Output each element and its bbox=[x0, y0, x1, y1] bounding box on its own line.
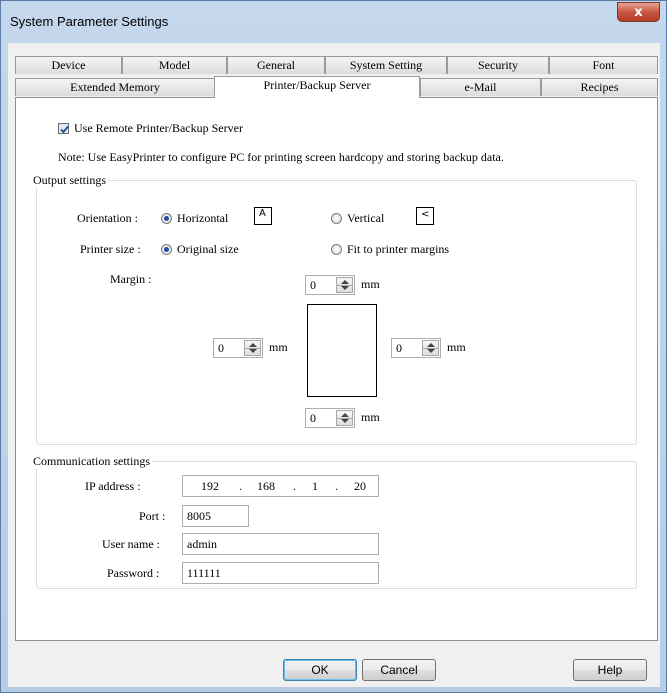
ip-address-label: IP address : bbox=[85, 479, 141, 493]
ip-address-field[interactable]: 192 . 168 . 1 . 20 bbox=[182, 475, 379, 497]
margin-right-unit: mm bbox=[447, 340, 466, 354]
printer-size-fit-radio[interactable] bbox=[331, 244, 342, 255]
tab-recipes[interactable]: Recipes bbox=[541, 78, 658, 96]
tab-device[interactable]: Device bbox=[15, 56, 122, 74]
tab-panel-printer-backup: Use Remote Printer/Backup Server Note: U… bbox=[15, 97, 658, 641]
tab-printer-backup-server[interactable]: Printer/Backup Server bbox=[214, 76, 420, 98]
cancel-button[interactable]: Cancel bbox=[362, 659, 436, 681]
note-text: Note: Use EasyPrinter to configure PC fo… bbox=[58, 150, 504, 164]
communication-settings-legend: Communication settings bbox=[31, 454, 152, 469]
margin-top-spinner[interactable]: 0 bbox=[305, 275, 355, 295]
close-button[interactable]: x bbox=[617, 2, 660, 22]
margin-top-unit: mm bbox=[361, 277, 380, 291]
password-label: Password : bbox=[107, 566, 160, 580]
tab-font[interactable]: Font bbox=[549, 56, 658, 74]
orientation-label: Orientation : bbox=[77, 211, 138, 225]
tab-e-mail[interactable]: e-Mail bbox=[420, 78, 541, 96]
horizontal-page-icon: A bbox=[254, 207, 272, 225]
margin-left-unit: mm bbox=[269, 340, 288, 354]
orientation-horizontal-label[interactable]: Horizontal bbox=[177, 211, 228, 226]
spin-arrows-icon[interactable] bbox=[336, 277, 353, 293]
margin-bottom-unit: mm bbox=[361, 410, 380, 424]
checkmark-icon bbox=[60, 125, 69, 134]
margin-bottom-spinner[interactable]: 0 bbox=[305, 408, 355, 428]
port-label: Port : bbox=[139, 509, 166, 523]
spin-arrows-icon[interactable] bbox=[244, 340, 261, 356]
ok-button[interactable]: OK bbox=[283, 659, 357, 681]
use-remote-checkbox[interactable] bbox=[58, 123, 69, 134]
margin-label: Margin : bbox=[110, 272, 152, 286]
printer-size-original-label[interactable]: Original size bbox=[177, 242, 239, 257]
tab-extended-memory[interactable]: Extended Memory bbox=[15, 78, 215, 96]
tab-system-setting[interactable]: System Setting bbox=[325, 56, 447, 74]
port-input[interactable]: 8005 bbox=[182, 505, 249, 527]
spin-arrows-icon[interactable] bbox=[422, 340, 439, 356]
orientation-vertical-label[interactable]: Vertical bbox=[347, 211, 384, 226]
user-name-label: User name : bbox=[102, 537, 160, 551]
printer-size-original-radio[interactable] bbox=[161, 244, 172, 255]
spin-arrows-icon[interactable] bbox=[336, 410, 353, 426]
title-bar[interactable]: System Parameter Settings x bbox=[1, 1, 666, 43]
password-input[interactable]: 111111 bbox=[182, 562, 379, 584]
printer-size-fit-label[interactable]: Fit to printer margins bbox=[347, 242, 449, 257]
paper-preview bbox=[307, 304, 377, 397]
help-button[interactable]: Help bbox=[573, 659, 647, 681]
output-settings-group: Output settings Orientation : Horizontal… bbox=[31, 173, 637, 445]
tab-model[interactable]: Model bbox=[122, 56, 227, 74]
user-name-input[interactable]: admin bbox=[182, 533, 379, 555]
tab-security[interactable]: Security bbox=[447, 56, 549, 74]
window-title: System Parameter Settings bbox=[10, 14, 169, 29]
orientation-vertical-radio[interactable] bbox=[331, 213, 342, 224]
communication-settings-group: Communication settings IP address : 192 … bbox=[31, 454, 637, 589]
use-remote-label[interactable]: Use Remote Printer/Backup Server bbox=[74, 121, 243, 136]
orientation-horizontal-radio[interactable] bbox=[161, 213, 172, 224]
close-icon: x bbox=[634, 4, 643, 20]
margin-left-spinner[interactable]: 0 bbox=[213, 338, 263, 358]
vertical-page-icon: < bbox=[416, 207, 434, 225]
output-settings-legend: Output settings bbox=[31, 173, 109, 188]
dialog-window: System Parameter Settings x Device Model… bbox=[0, 0, 667, 693]
tab-general[interactable]: General bbox=[227, 56, 325, 74]
margin-right-spinner[interactable]: 0 bbox=[391, 338, 441, 358]
printer-size-label: Printer size : bbox=[80, 242, 141, 256]
